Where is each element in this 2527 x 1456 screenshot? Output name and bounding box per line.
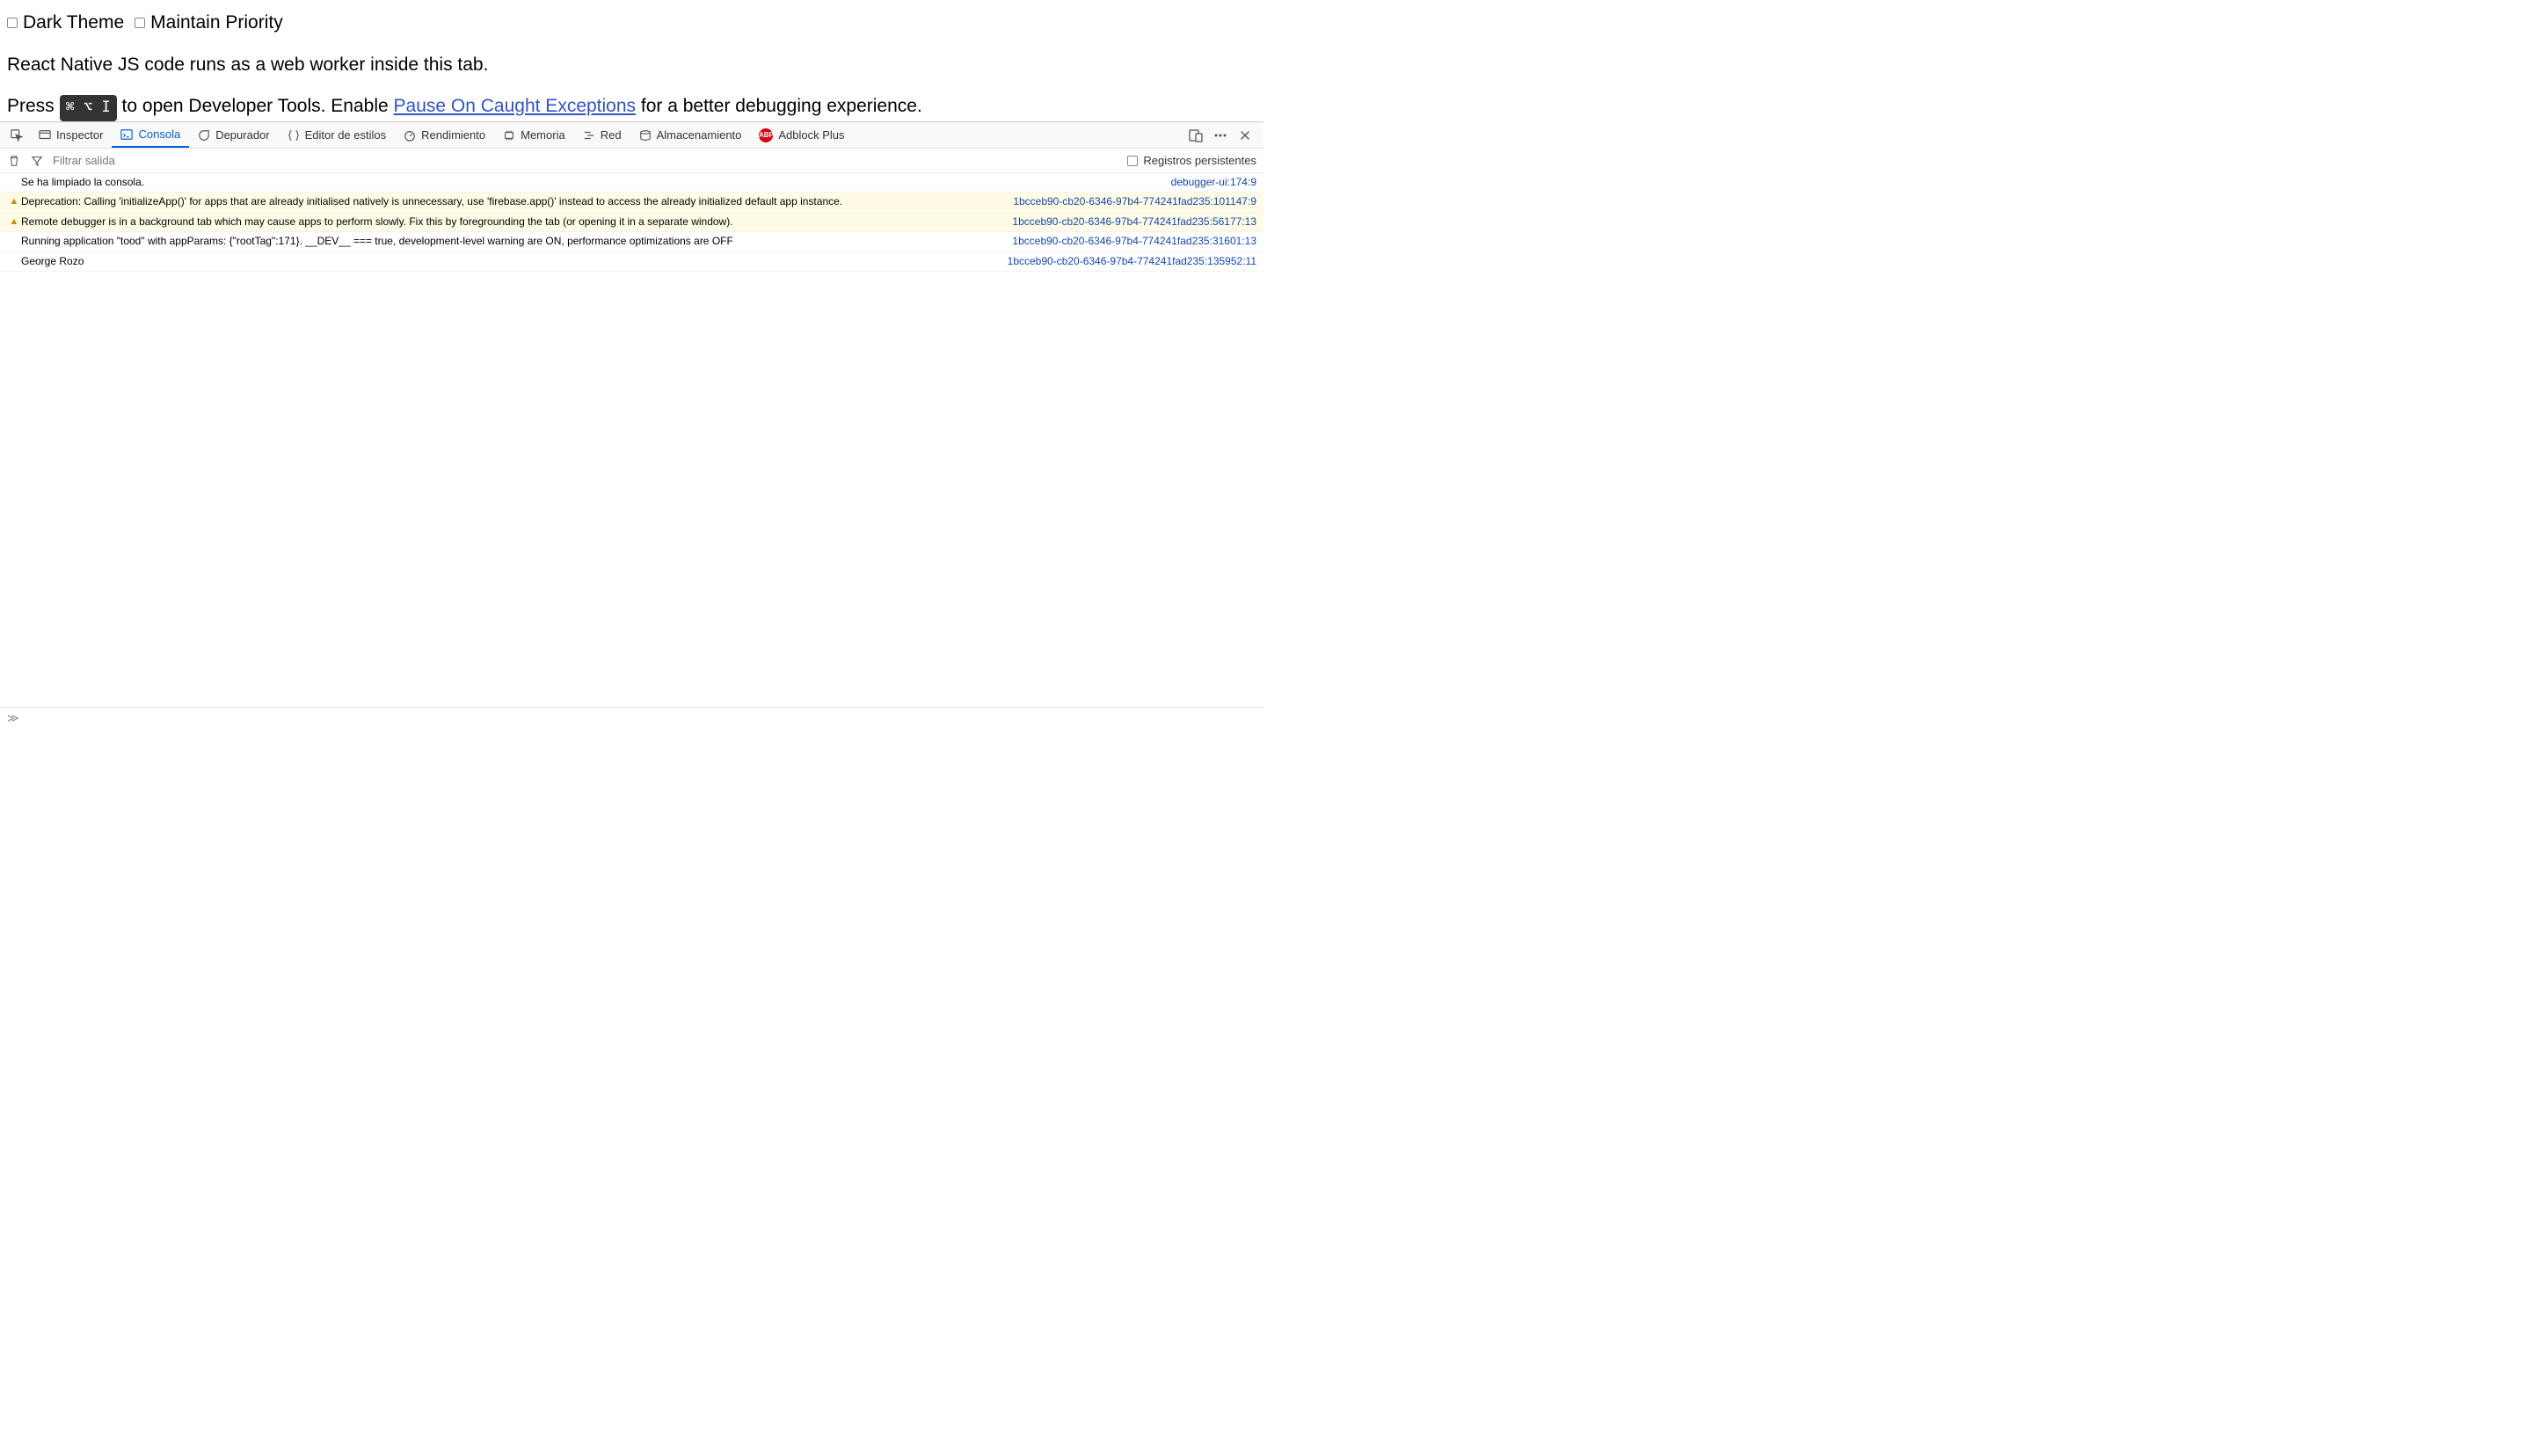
console-output[interactable]: Se ha limpiado la consola. debugger-ui:1… [0,173,1264,707]
maintain-priority-label: Maintain Priority [150,9,283,37]
close-icon [1239,129,1251,142]
tab-label: Consola [138,127,180,141]
tab-label: Inspector [56,128,103,142]
log-message: George Rozo [21,254,1008,269]
close-devtools-button[interactable] [1237,127,1253,143]
tab-label: Almacenamiento [657,128,742,142]
console-prompt-icon: ≫ [7,711,19,725]
tab-label: Memoria [521,128,565,142]
log-message: Deprecation: Calling 'initializeApp()' f… [21,194,1013,209]
kbd-shortcut: ⌘ ⌥ I [60,95,117,121]
responsive-mode-button[interactable] [1188,127,1204,143]
tab-memoria[interactable]: Memoria [494,122,574,148]
devtools-panel: Inspector Consola Depurador Editor de es… [0,121,1264,728]
styles-icon [288,129,300,142]
tab-editor-estilos[interactable]: Editor de estilos [279,122,396,148]
log-source-link[interactable]: 1bcceb90-cb20-6346-97b4-774241fad235:135… [1008,254,1256,269]
picker-icon [11,129,23,142]
log-row: ▲ Deprecation: Calling 'initializeApp()'… [0,193,1264,212]
trash-icon [8,155,20,167]
inspector-icon [39,129,51,142]
console-toolbar: Registros persistentes [0,149,1264,173]
text-fragment: Press [7,96,60,116]
tab-adblock-plus[interactable]: ABP Adblock Plus [750,122,853,148]
log-source-link[interactable]: 1bcceb90-cb20-6346-97b4-774241fad235:101… [1013,194,1256,209]
responsive-icon [1189,128,1203,142]
tabbar-right-controls [1188,127,1260,143]
funnel-icon [31,155,43,167]
checkbox-icon [135,18,145,28]
log-source-link[interactable]: 1bcceb90-cb20-6346-97b4-774241fad235:316… [1012,234,1256,249]
tab-rendimiento[interactable]: Rendimiento [395,122,494,148]
press-shortcut-line: Press ⌘ ⌥ I to open Developer Tools. Ena… [7,92,1256,121]
log-source-link[interactable]: debugger-ui:174:9 [1171,175,1256,190]
tab-label: Adblock Plus [778,128,844,142]
log-message: Se ha limpiado la consola. [21,175,1171,190]
log-row: ▲ Remote debugger is in a background tab… [0,213,1264,232]
log-message: Remote debugger is in a background tab w… [21,215,1012,229]
log-row: Se ha limpiado la consola. debugger-ui:1… [0,173,1264,193]
devtools-tabbar: Inspector Consola Depurador Editor de es… [0,122,1264,149]
warn-icon: ▲ [7,194,21,209]
network-icon [583,129,595,142]
log-message: Running application "tood" with appParam… [21,234,1012,249]
page-body: Dark Theme Maintain Priority React Nativ… [0,0,1264,121]
storage-icon [639,129,652,142]
clear-console-button[interactable] [7,154,21,168]
tab-inspector[interactable]: Inspector [30,122,112,148]
pause-exceptions-link[interactable]: Pause On Caught Exceptions [394,96,637,116]
devtools-menu-button[interactable] [1213,127,1228,143]
element-picker-button[interactable] [4,122,30,148]
maintain-priority-checkbox[interactable]: Maintain Priority [135,9,283,37]
log-source-link[interactable]: 1bcceb90-cb20-6346-97b4-774241fad235:561… [1012,215,1256,229]
log-icon-empty [7,234,21,249]
toolbar-right: Registros persistentes [1127,154,1256,167]
filter-funnel-button[interactable] [30,154,44,168]
tab-label: Red [601,128,622,142]
adblock-icon: ABP [759,128,773,142]
checkbox-icon [1127,156,1138,166]
debugger-icon [198,129,210,142]
meatballs-icon [1213,128,1227,142]
dark-theme-label: Dark Theme [23,9,124,37]
dark-theme-checkbox[interactable]: Dark Theme [7,9,124,37]
checkbox-icon [7,18,18,28]
console-icon [120,128,133,141]
log-icon-empty [7,254,21,269]
tab-consola[interactable]: Consola [112,122,189,148]
web-worker-text: React Native JS code runs as a web worke… [7,51,1256,79]
persistent-logs-checkbox[interactable]: Registros persistentes [1127,154,1256,167]
log-icon-empty [7,175,21,190]
text-fragment: for a better debugging experience. [636,96,922,116]
tab-label: Depurador [215,128,269,142]
filter-output-input[interactable] [53,154,208,167]
memory-icon [503,129,515,142]
console-input[interactable]: ≫ [0,707,1264,728]
tab-depurador[interactable]: Depurador [189,122,278,148]
persistent-logs-label: Registros persistentes [1143,154,1256,167]
tab-red[interactable]: Red [574,122,630,148]
log-row: George Rozo 1bcceb90-cb20-6346-97b4-7742… [0,252,1264,272]
tab-label: Editor de estilos [305,128,387,142]
text-fragment: to open Developer Tools. Enable [117,96,394,116]
tab-label: Rendimiento [421,128,485,142]
warn-icon: ▲ [7,215,21,229]
log-row: Running application "tood" with appParam… [0,232,1264,251]
checkbox-row: Dark Theme Maintain Priority [7,9,1256,37]
performance-icon [404,129,416,142]
tab-almacenamiento[interactable]: Almacenamiento [630,122,751,148]
